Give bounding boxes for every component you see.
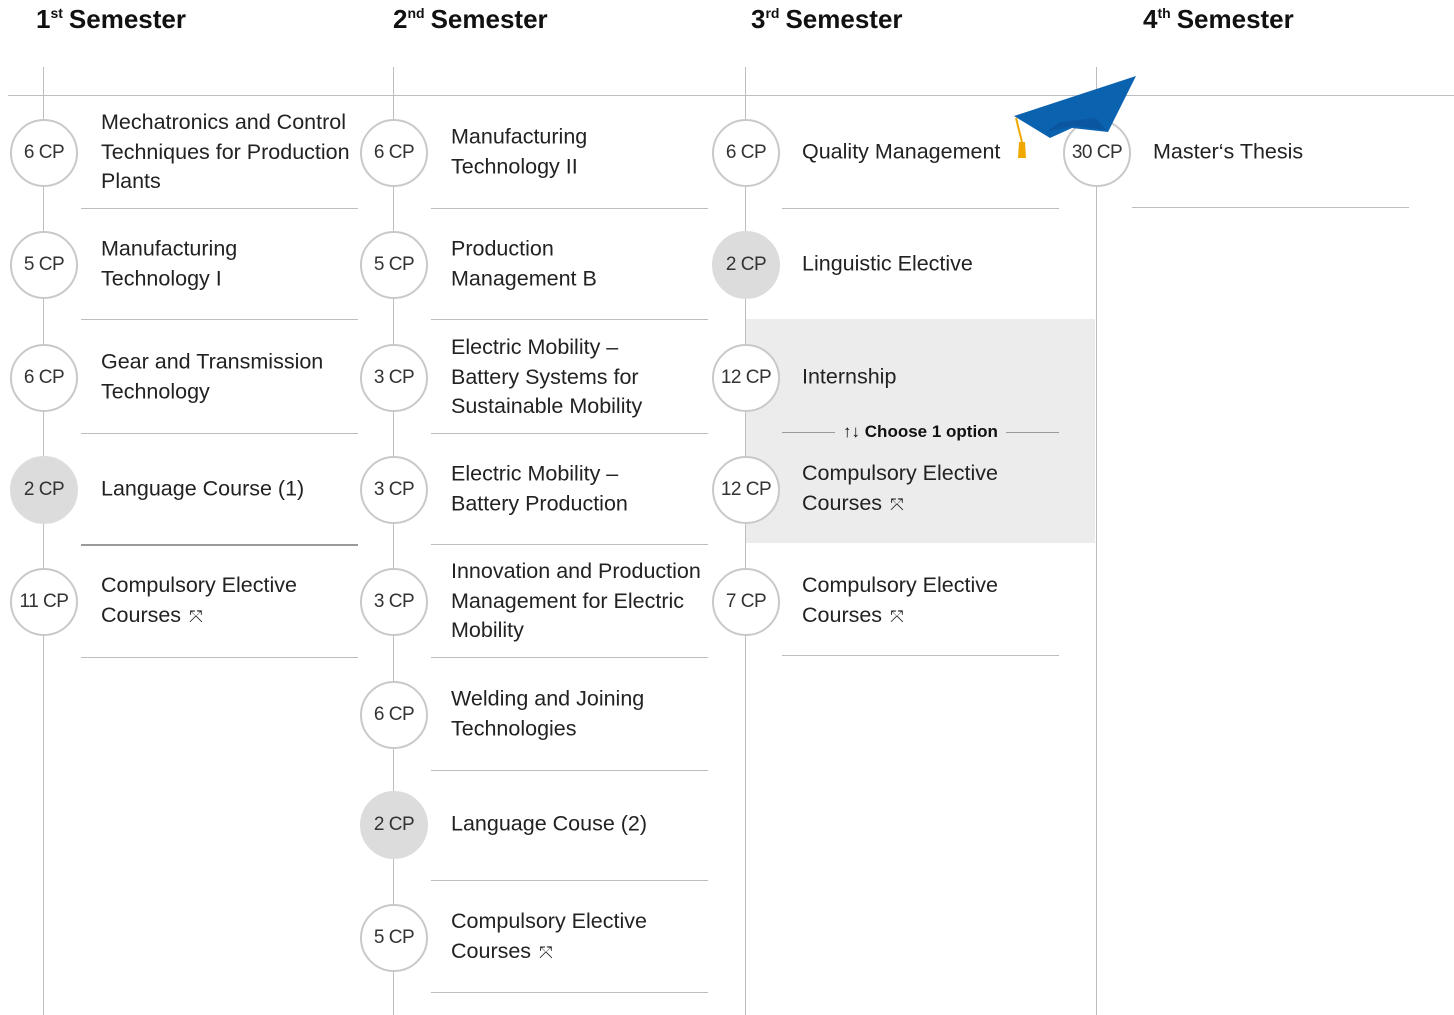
module-title: Internship (802, 364, 897, 389)
credit-badge: 6 CP (360, 119, 428, 187)
credit-badge: 5 CP (360, 904, 428, 972)
expand-cross-icon[interactable]: ⤧ (890, 607, 904, 626)
credit-badge: 6 CP (712, 119, 780, 187)
credit-badge: 5 CP (360, 231, 428, 299)
credit-badge-optional: 2 CP (712, 231, 780, 299)
module-title: Language Couse (2) (451, 811, 648, 836)
header-divider (8, 95, 1454, 96)
row-divider (431, 208, 708, 209)
module-title[interactable]: Compulsory Elective Courses ⤧ (802, 571, 1032, 631)
module-title: Electric Mobility – Battery Systems for … (451, 334, 643, 418)
expand-cross-icon[interactable]: ⤧ (539, 943, 553, 962)
credit-badge: 6 CP (10, 119, 78, 187)
row-divider (81, 208, 358, 209)
tassel (1018, 142, 1026, 158)
row-divider (782, 208, 1059, 209)
module-title: Manufacturing Technology I (101, 236, 238, 291)
credit-badge: 11 CP (10, 568, 78, 636)
module-title: Mechatronics and Control Techniques for … (101, 109, 350, 193)
module-title: Manufacturing Technology II (451, 124, 588, 179)
module-title: Linguistic Elective (802, 251, 973, 276)
row-divider (431, 544, 708, 545)
semester-3-title: 3rd Semester (751, 4, 903, 34)
credit-badge: 3 CP (360, 456, 428, 524)
module-title: Gear and Transmission Technology (101, 349, 324, 404)
credit-badge: 12 CP (712, 456, 780, 524)
credit-badge: 3 CP (360, 568, 428, 636)
row-divider (431, 657, 708, 658)
choose-line-right (1005, 431, 1059, 433)
module-title: Welding and Joining Technologies (451, 686, 645, 741)
tassel-cord (1015, 117, 1023, 143)
choose-line-left (782, 431, 836, 433)
row-divider (81, 319, 358, 320)
semester-4-title: 4th Semester (1143, 4, 1294, 34)
module-title: Electric Mobility – Battery Production (451, 461, 628, 516)
module-title: Production Management B (451, 236, 597, 291)
row-divider (782, 655, 1059, 656)
row-divider (431, 992, 708, 993)
timeline-sem2 (393, 67, 394, 1015)
row-divider (81, 433, 358, 434)
timeline-sem3 (745, 67, 746, 1015)
semester-1-title: 1st Semester (36, 4, 186, 34)
timeline-sem1 (43, 67, 44, 1015)
credit-badge: 6 CP (10, 344, 78, 412)
semester-2-title: 2nd Semester (393, 4, 548, 34)
timeline-sem4 (1096, 67, 1097, 1015)
module-title: Master‘s Thesis (1153, 139, 1304, 164)
graduation-cap-icon (1014, 76, 1136, 158)
row-divider (81, 544, 358, 546)
credit-badge: 5 CP (10, 231, 78, 299)
row-divider (431, 880, 708, 881)
choose-one-option: ↑↓ Choose 1 option (782, 420, 1059, 444)
expand-cross-icon[interactable]: ⤧ (189, 607, 203, 626)
module-title: Innovation and Production Management for… (451, 558, 701, 642)
row-divider (431, 433, 708, 434)
module-title[interactable]: Compulsory Elective Courses ⤧ (802, 459, 1032, 519)
row-divider (81, 657, 358, 658)
row-divider (1132, 207, 1409, 208)
credit-badge: 3 CP (360, 344, 428, 412)
credit-badge-optional: 2 CP (10, 456, 78, 524)
module-title[interactable]: Compulsory Elective Courses ⤧ (101, 571, 331, 631)
row-divider (431, 770, 708, 771)
module-title[interactable]: Compulsory Elective Courses ⤧ (451, 907, 681, 967)
row-divider (431, 319, 708, 320)
credit-badge: 6 CP (360, 681, 428, 749)
swap-arrows-icon: ↑↓ (843, 422, 861, 441)
cap-board (1014, 76, 1136, 138)
credit-badge: 7 CP (712, 568, 780, 636)
credit-badge-optional: 2 CP (360, 791, 428, 859)
credit-badge: 12 CP (712, 344, 780, 412)
choose-option-label: Choose 1 option (864, 422, 998, 441)
module-title: Language Course (1) (101, 476, 305, 501)
expand-cross-icon[interactable]: ⤧ (890, 495, 904, 514)
